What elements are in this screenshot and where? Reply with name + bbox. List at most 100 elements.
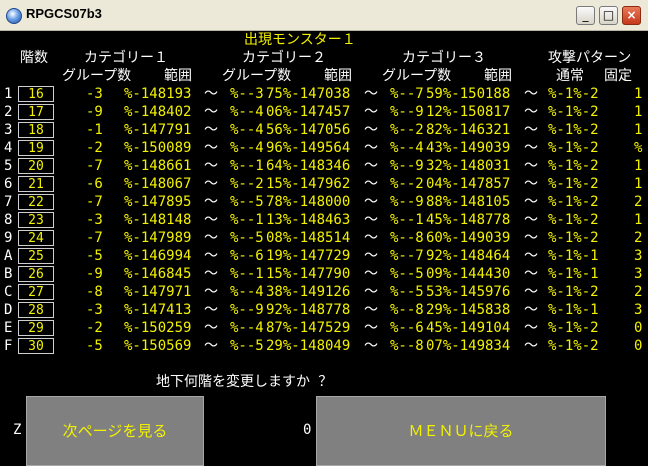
floor-number-box[interactable]: 20 <box>18 158 54 174</box>
range-2: 15%-147790 <box>266 266 351 282</box>
range-1: %-147895 <box>124 194 192 210</box>
range-separator: ～ <box>524 122 538 138</box>
row-key: D <box>4 302 13 318</box>
group-count-1: -8 <box>86 284 103 300</box>
group-count-1: -9 <box>86 104 103 120</box>
range-separator: ～ <box>524 140 538 156</box>
floor-number-box[interactable]: 24 <box>18 230 54 246</box>
range-separator: ～ <box>524 194 538 210</box>
row-key: C <box>4 284 13 300</box>
group-count-3: %--7 <box>390 86 424 102</box>
range-3: 07%-149834 <box>426 338 511 354</box>
group-count-1: -5 <box>86 248 103 264</box>
row-key: 3 <box>4 122 13 138</box>
range-separator: ～ <box>364 284 378 300</box>
group-count-1: -2 <box>86 140 103 156</box>
group-count-1: -7 <box>86 230 103 246</box>
range-separator: ～ <box>364 212 378 228</box>
range-2: 38%-149126 <box>266 284 351 300</box>
attack-normal: %-1%-2 <box>548 338 599 354</box>
group-count-3: %--9 <box>390 194 424 210</box>
group-count-3: %--9 <box>390 158 424 174</box>
attack-fixed: % <box>634 140 643 156</box>
range-separator: ～ <box>204 86 218 102</box>
range-separator: ～ <box>524 212 538 228</box>
attack-fixed: 1 <box>634 104 643 120</box>
change-floor-prompt: 地下何階を変更しますか ？ <box>156 374 333 390</box>
range-separator: ～ <box>204 122 218 138</box>
floor-number-box[interactable]: 23 <box>18 212 54 228</box>
title-bar[interactable]: RPGCS07b3 _ □ × <box>0 0 648 31</box>
attack-fixed: 1 <box>634 122 643 138</box>
range-1: %-150259 <box>124 320 192 336</box>
attack-fixed: 1 <box>634 212 643 228</box>
range-separator: ～ <box>204 158 218 174</box>
group-count-2: %--3 <box>230 86 264 102</box>
range-2: 56%-147056 <box>266 122 351 138</box>
row-key: 8 <box>4 212 13 228</box>
attack-normal: %-1%-1 <box>548 302 599 318</box>
range-2: 29%-148049 <box>266 338 351 354</box>
group-count-1: -1 <box>86 122 103 138</box>
row-key: 5 <box>4 158 13 174</box>
header-range-1: 範囲 <box>164 68 192 84</box>
window-title: RPGCS07b3 <box>26 6 102 21</box>
range-separator: ～ <box>364 248 378 264</box>
floor-number-box[interactable]: 29 <box>18 320 54 336</box>
range-separator: ～ <box>204 194 218 210</box>
floor-number-box[interactable]: 21 <box>18 176 54 192</box>
group-count-2: %--5 <box>230 338 264 354</box>
floor-number-box[interactable]: 19 <box>18 140 54 156</box>
attack-normal: %-1%-2 <box>548 122 599 138</box>
attack-normal: %-1%-2 <box>548 104 599 120</box>
app-icon <box>6 8 22 24</box>
floor-number-box[interactable]: 28 <box>18 302 54 318</box>
header-group-count-3: グループ数 <box>382 68 452 84</box>
range-separator: ～ <box>364 158 378 174</box>
close-button[interactable]: × <box>622 6 641 25</box>
group-count-3: %--8 <box>390 230 424 246</box>
maximize-button[interactable]: □ <box>599 6 618 25</box>
range-1: %-146994 <box>124 248 192 264</box>
floor-number-box[interactable]: 18 <box>18 122 54 138</box>
range-3: 43%-149039 <box>426 140 511 156</box>
attack-normal: %-1%-2 <box>548 176 599 192</box>
group-count-2: %--6 <box>230 248 264 264</box>
range-separator: ～ <box>524 338 538 354</box>
range-2: 08%-148514 <box>266 230 351 246</box>
group-count-2: %--4 <box>230 284 264 300</box>
floor-number-box[interactable]: 30 <box>18 338 54 354</box>
attack-fixed: 1 <box>634 176 643 192</box>
floor-number-box[interactable]: 22 <box>18 194 54 210</box>
floor-number-box[interactable]: 17 <box>18 104 54 120</box>
header-fixed: 固定 <box>604 68 632 84</box>
attack-normal: %-1%-2 <box>548 158 599 174</box>
floor-number-box[interactable]: 16 <box>18 86 54 102</box>
range-separator: ～ <box>364 230 378 246</box>
attack-normal: %-1%-1 <box>548 248 599 264</box>
attack-fixed: 3 <box>634 266 643 282</box>
range-separator: ～ <box>204 104 218 120</box>
group-count-2: %--4 <box>230 122 264 138</box>
next-page-button[interactable]: 次ページを見る <box>26 396 204 466</box>
range-2: 64%-148346 <box>266 158 351 174</box>
range-separator: ～ <box>524 104 538 120</box>
range-separator: ～ <box>204 248 218 264</box>
floor-number-box[interactable]: 25 <box>18 248 54 264</box>
range-3: 53%-145976 <box>426 284 511 300</box>
attack-normal: %-1%-2 <box>548 86 599 102</box>
back-to-menu-button[interactable]: ＭＥＮＵに戻る <box>316 396 606 466</box>
floor-number-box[interactable]: 26 <box>18 266 54 282</box>
range-1: %-147413 <box>124 302 192 318</box>
group-count-3: %--2 <box>390 122 424 138</box>
group-count-2: %--2 <box>230 176 264 192</box>
attack-fixed: 2 <box>634 230 643 246</box>
range-separator: ～ <box>364 122 378 138</box>
row-key: 7 <box>4 194 13 210</box>
row-key: 4 <box>4 140 13 156</box>
group-count-1: -3 <box>86 212 103 228</box>
floor-number-box[interactable]: 27 <box>18 284 54 300</box>
range-2: 96%-149564 <box>266 140 351 156</box>
attack-normal: %-1%-2 <box>548 212 599 228</box>
minimize-button[interactable]: _ <box>576 6 595 25</box>
